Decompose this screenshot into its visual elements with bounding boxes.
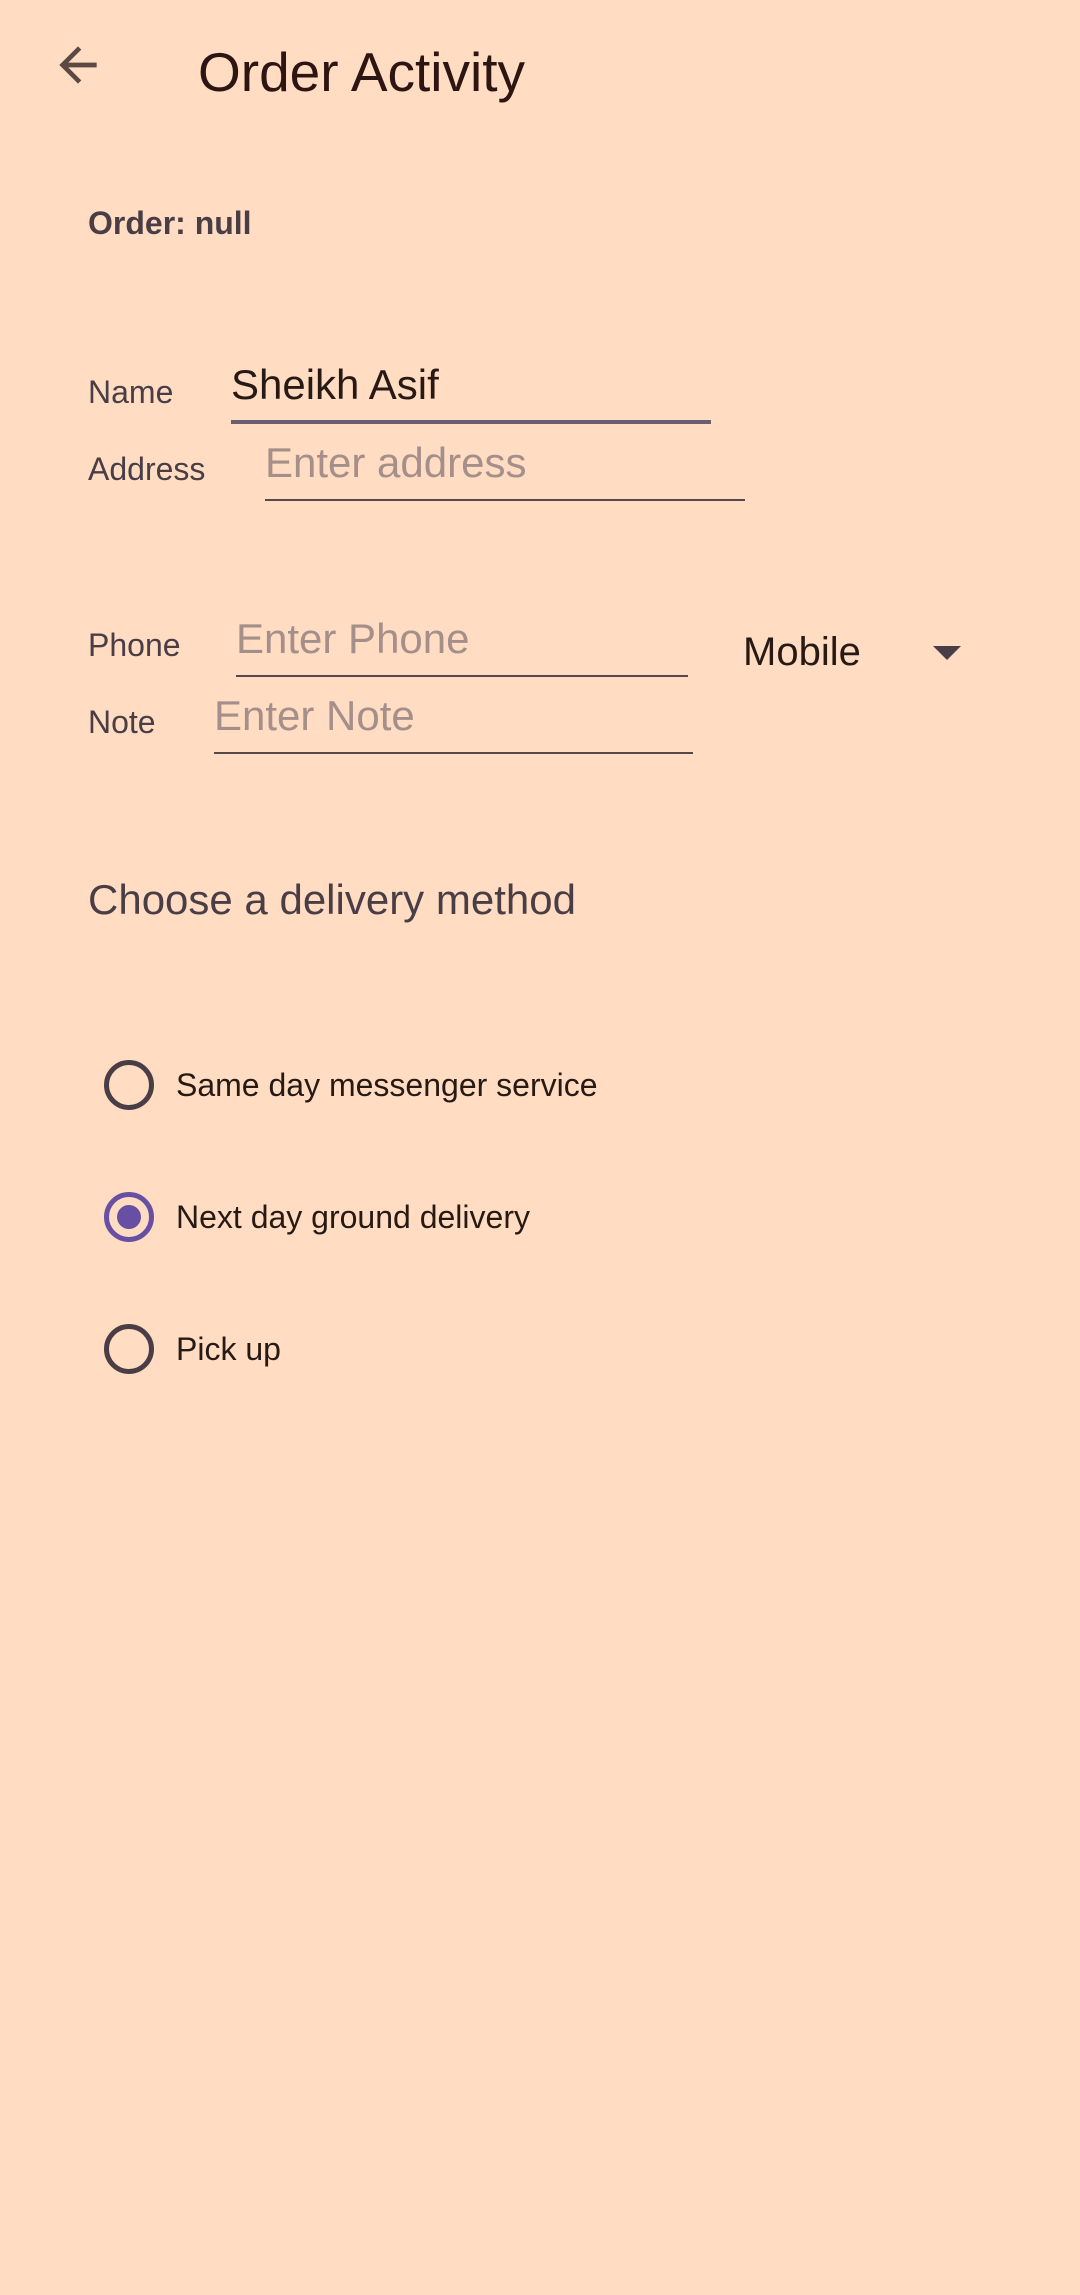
dropdown-arrow-icon: [933, 646, 961, 660]
order-label: Order: null: [88, 205, 252, 241]
address-input[interactable]: [265, 437, 745, 501]
arrow-back-icon: [59, 46, 97, 84]
top-app-bar: Order Activity: [0, 0, 1080, 160]
radio-label: Pick up: [176, 1331, 281, 1367]
phone-label: Phone: [88, 627, 181, 663]
name-label: Name: [88, 374, 174, 410]
address-label: Address: [88, 451, 206, 487]
note-input[interactable]: [214, 690, 693, 754]
radio-same-day[interactable]: Same day messenger service: [100, 1056, 800, 1120]
note-label: Note: [88, 704, 156, 740]
radio-button-icon[interactable]: [104, 1324, 154, 1374]
order-activity-screen: Order Activity Order: null Name Address …: [0, 0, 1080, 2295]
radio-pick-up[interactable]: Pick up: [100, 1320, 800, 1384]
radio-label: Same day messenger service: [176, 1067, 598, 1103]
radio-label: Next day ground delivery: [176, 1199, 530, 1235]
back-button[interactable]: [38, 25, 118, 105]
radio-button-icon[interactable]: [104, 1060, 154, 1110]
radio-next-day[interactable]: Next day ground delivery: [100, 1188, 800, 1252]
phone-input[interactable]: [236, 613, 688, 677]
radio-button-checked-icon[interactable]: [104, 1192, 154, 1242]
name-input[interactable]: [231, 360, 711, 424]
phone-type-value: Mobile: [743, 630, 861, 674]
page-title: Order Activity: [198, 41, 526, 103]
delivery-heading: Choose a delivery method: [88, 876, 576, 923]
phone-type-spinner[interactable]: Mobile: [743, 628, 973, 684]
